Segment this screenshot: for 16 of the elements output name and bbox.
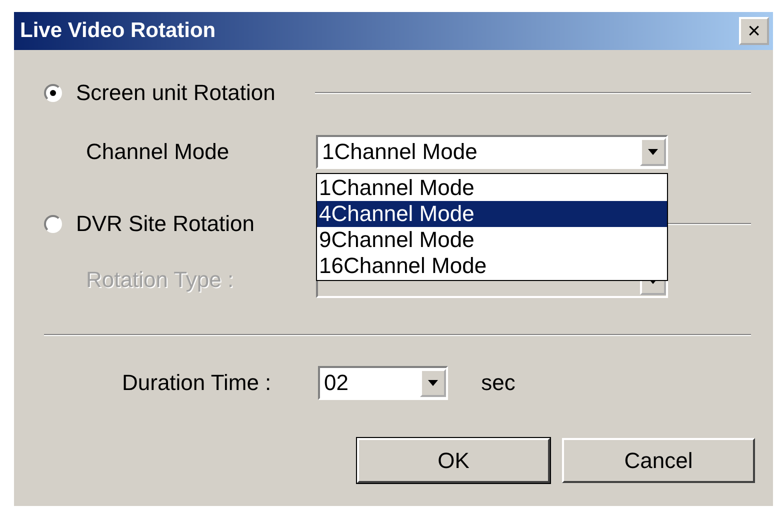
radio-button[interactable]: [44, 215, 62, 233]
unit-label: sec: [481, 370, 516, 396]
duration-dropdown[interactable]: 02: [318, 366, 448, 400]
window-title: Live Video Rotation: [20, 19, 216, 43]
close-button[interactable]: ×: [739, 17, 769, 45]
radio-label: DVR Site Rotation: [76, 211, 255, 237]
channel-mode-dropdown[interactable]: 1Channel Mode: [316, 135, 668, 169]
radio-label: Screen unit Rotation: [76, 80, 276, 106]
dropdown-option[interactable]: 4Channel Mode: [317, 201, 667, 227]
ok-button[interactable]: OK: [357, 438, 550, 483]
cancel-button[interactable]: Cancel: [562, 438, 755, 483]
dropdown-value: 1Channel Mode: [321, 139, 478, 165]
field-label: Channel Mode: [86, 139, 230, 165]
dropdown-value: 02: [323, 370, 350, 396]
radio-button[interactable]: [44, 84, 62, 102]
field-label: Duration Time :: [122, 370, 272, 396]
